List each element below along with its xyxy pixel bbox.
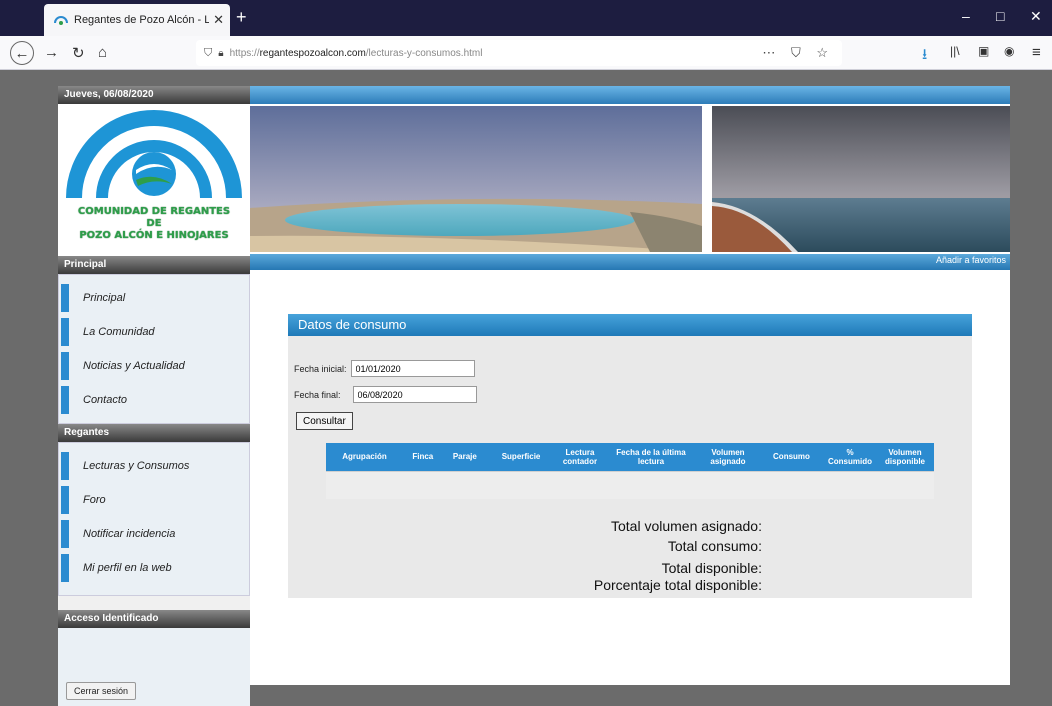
add-favorites-link[interactable]: Añadir a favoritos bbox=[936, 255, 1006, 265]
browser-tab-bar: Regantes de Pozo Alcón - Lect ✕ + – □ ✕ bbox=[0, 0, 1052, 36]
col-agrupacion: Agrupación bbox=[326, 443, 403, 471]
reservoir-photo-left bbox=[250, 106, 702, 252]
table-header-row: Agrupación Finca Paraje Superficie Lectu… bbox=[326, 443, 934, 471]
end-date-row: Fecha final: bbox=[294, 386, 477, 403]
end-date-label: Fecha final: bbox=[294, 389, 341, 400]
community-logo[interactable]: COMUNIDAD DE REGANTES DE POZO ALCÓN E HI… bbox=[58, 104, 250, 256]
porcentaje-total-disponible: Porcentaje total disponible: bbox=[593, 577, 762, 593]
col-fecha-ultima-lectura: Fecha de la última lectura bbox=[604, 443, 697, 471]
menu-icon[interactable]: ≡ bbox=[1032, 44, 1041, 61]
download-icon[interactable]: ⭳ bbox=[922, 44, 927, 69]
close-window-icon[interactable]: ✕ bbox=[1030, 8, 1042, 25]
login-header: Acceso Identificado bbox=[58, 610, 250, 628]
minimize-icon[interactable]: – bbox=[962, 8, 970, 24]
total-consumo: Total consumo: bbox=[667, 538, 762, 554]
url-text: https://regantespozoalcon.com/lecturas-y… bbox=[229, 47, 483, 59]
start-date-row: Fecha inicial: bbox=[294, 360, 475, 377]
reload-icon[interactable]: ↻ bbox=[72, 44, 85, 62]
menu-item-la-comunidad[interactable]: La Comunidad bbox=[59, 315, 249, 349]
end-date-input[interactable] bbox=[352, 386, 477, 403]
col-paraje: Paraje bbox=[442, 443, 488, 471]
menu-item-principal[interactable]: Principal bbox=[59, 281, 249, 315]
tab-title: Regantes de Pozo Alcón - Lect bbox=[74, 14, 210, 26]
regantes-menu: Lecturas y Consumos Foro Notificar incid… bbox=[58, 442, 250, 596]
shield-icon[interactable]: ⛉ bbox=[204, 47, 212, 60]
close-tab-icon[interactable]: ✕ bbox=[213, 12, 224, 28]
menu-item-foro[interactable]: Foro bbox=[59, 483, 249, 517]
col-volumen-asignado: Volumen asignado bbox=[696, 443, 759, 471]
col-volumen-disponible: Volumen disponible bbox=[876, 443, 934, 471]
date-header: Jueves, 06/08/2020 bbox=[58, 86, 250, 104]
spacer bbox=[58, 596, 250, 610]
banner-top-bar bbox=[250, 86, 1010, 104]
regantes-header: Regantes bbox=[58, 424, 250, 442]
consumption-table: Agrupación Finca Paraje Superficie Lectu… bbox=[326, 443, 934, 499]
home-icon[interactable]: ⌂ bbox=[98, 44, 107, 61]
logo-line-1: COMUNIDAD DE REGANTES bbox=[77, 206, 231, 217]
back-icon[interactable]: ← bbox=[10, 41, 34, 65]
col-finca: Finca bbox=[403, 443, 443, 471]
logo-line-3: POZO ALCÓN E HINOJARES bbox=[79, 230, 229, 241]
lock-icon[interactable]: 🔒︎ bbox=[218, 48, 223, 59]
reservoir-photo-right bbox=[712, 106, 1010, 252]
menu-item-contacto[interactable]: Contacto bbox=[59, 383, 249, 417]
web-page: Jueves, 06/08/2020 COMUNIDAD DE REGANTES… bbox=[58, 86, 1010, 706]
total-disponible: Total disponible: bbox=[661, 560, 762, 576]
total-volumen-asignado: Total volumen asignado: bbox=[611, 518, 762, 534]
page-actions-icons[interactable]: ⋯ ⛉ ☆ bbox=[762, 45, 834, 61]
browser-tab[interactable]: Regantes de Pozo Alcón - Lect ✕ bbox=[44, 4, 230, 36]
logo-line-2: DE bbox=[146, 218, 162, 229]
sidebar-toggle-icon[interactable]: ▣ bbox=[978, 44, 989, 58]
library-icon[interactable]: ||\ bbox=[950, 44, 960, 58]
menu-item-lecturas-consumos[interactable]: Lecturas y Consumos bbox=[59, 449, 249, 483]
banner-bottom-bar: Añadir a favoritos bbox=[250, 254, 1010, 270]
form-title: Datos de consumo bbox=[288, 314, 972, 336]
col-superficie: Superficie bbox=[487, 443, 555, 471]
principal-header: Principal bbox=[58, 256, 250, 274]
col-lectura-contador: Lectura contador bbox=[554, 443, 605, 471]
url-bar[interactable]: ⛉ 🔒︎ https://regantespozoalcon.com/lectu… bbox=[196, 40, 842, 66]
left-column: Jueves, 06/08/2020 COMUNIDAD DE REGANTES… bbox=[58, 86, 250, 706]
col-porcentaje-consumido: % Consumido bbox=[824, 443, 876, 471]
principal-menu: Principal La Comunidad Noticias y Actual… bbox=[58, 274, 250, 424]
browser-nav-bar: ← → ↻ ⌂ ⛉ 🔒︎ https://regantespozoalcon.c… bbox=[0, 36, 1052, 70]
menu-item-notificar-incidencia[interactable]: Notificar incidencia bbox=[59, 517, 249, 551]
maximize-icon[interactable]: □ bbox=[996, 8, 1004, 24]
start-date-label: Fecha inicial: bbox=[294, 363, 347, 374]
site-favicon bbox=[54, 16, 68, 25]
start-date-input[interactable] bbox=[350, 360, 475, 377]
new-tab-icon[interactable]: + bbox=[236, 7, 247, 28]
table-row bbox=[326, 470, 934, 499]
menu-item-noticias[interactable]: Noticias y Actualidad bbox=[59, 349, 249, 383]
login-area: Cerrar sesión bbox=[58, 628, 250, 706]
col-consumo: Consumo bbox=[758, 443, 824, 471]
consumption-form: Datos de consumo Fecha inicial: Fecha fi… bbox=[288, 314, 972, 598]
header-banner bbox=[250, 104, 1010, 254]
consultar-button[interactable]: Consultar bbox=[296, 412, 353, 430]
forward-icon[interactable]: → bbox=[44, 44, 59, 61]
account-icon[interactable]: ◉ bbox=[1004, 44, 1014, 58]
menu-item-mi-perfil[interactable]: Mi perfil en la web bbox=[59, 551, 249, 585]
